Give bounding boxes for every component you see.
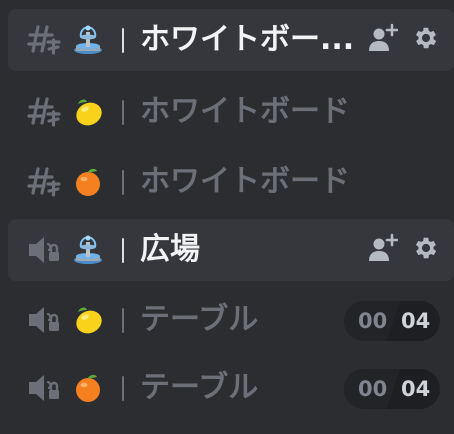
separator bbox=[122, 100, 124, 125]
channel-name: ホワイトボード bbox=[140, 94, 350, 129]
user-limit-badge: 00 04 bbox=[344, 301, 440, 341]
lemon-icon bbox=[72, 304, 104, 336]
hash-threads-icon bbox=[26, 9, 62, 71]
hash-threads-icon bbox=[26, 151, 62, 213]
separator bbox=[122, 308, 124, 333]
channel-item-whiteboard-tangerine[interactable]: ホワイトボード bbox=[8, 151, 454, 213]
separator bbox=[122, 376, 124, 401]
user-count: 00 bbox=[358, 309, 388, 333]
user-limit: 04 bbox=[401, 309, 431, 333]
channel-item-whiteboard-fountain[interactable]: ホワイトボー... bbox=[8, 9, 454, 71]
separator bbox=[122, 238, 124, 263]
hash-threads-icon bbox=[26, 81, 62, 143]
channel-item-whiteboard-lemon[interactable]: ホワイトボード bbox=[8, 81, 454, 143]
channel-item-table-tangerine[interactable]: テーブル 00 04 bbox=[8, 357, 454, 419]
speaker-locked-icon bbox=[26, 289, 62, 351]
channel-item-plaza[interactable]: 広場 bbox=[8, 219, 454, 281]
channel-actions bbox=[368, 9, 440, 71]
channel-actions bbox=[368, 219, 440, 281]
gear-icon[interactable] bbox=[412, 24, 440, 56]
speaker-locked-icon bbox=[26, 357, 62, 419]
gear-icon[interactable] bbox=[412, 234, 440, 266]
channel-item-table-lemon[interactable]: テーブル 00 04 bbox=[8, 289, 454, 351]
channel-name: テーブル bbox=[140, 302, 259, 337]
user-limit-badge: 00 04 bbox=[344, 369, 440, 409]
fountain-icon bbox=[72, 24, 104, 56]
channel-name: テーブル bbox=[140, 370, 259, 405]
user-limit: 04 bbox=[401, 377, 431, 401]
channel-list: ホワイトボー... ホワイトボード ホワイトボード 広場 テーブル 00 04 … bbox=[0, 0, 454, 434]
separator bbox=[122, 28, 124, 53]
channel-name: ホワイトボード bbox=[140, 164, 350, 199]
tangerine-icon bbox=[72, 372, 104, 404]
add-person-icon[interactable] bbox=[368, 23, 399, 57]
separator bbox=[122, 170, 124, 195]
fountain-icon bbox=[72, 234, 104, 266]
channel-name: 広場 bbox=[140, 232, 200, 267]
tangerine-icon bbox=[72, 166, 104, 198]
lemon-icon bbox=[72, 96, 104, 128]
add-person-icon[interactable] bbox=[368, 233, 399, 267]
channel-name: ホワイトボー... bbox=[140, 22, 355, 57]
speaker-locked-icon bbox=[26, 219, 62, 281]
user-count: 00 bbox=[358, 377, 388, 401]
